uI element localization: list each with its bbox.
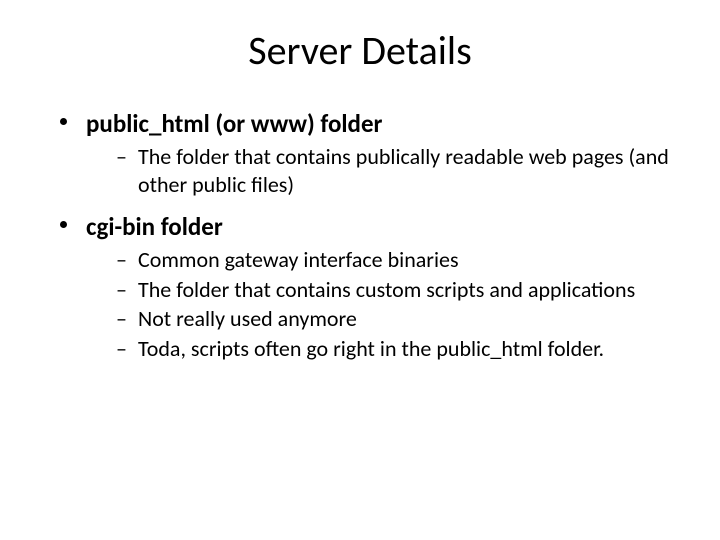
sub-item-text: Toda, scripts often go right in the publ… <box>138 335 604 362</box>
sub-item-text: The folder that contains custom scripts … <box>138 276 635 303</box>
dash-icon: – <box>116 246 127 274</box>
bullet-item: public_html (or www) folder – The folder… <box>60 109 680 198</box>
sub-item: – Common gateway interface binaries <box>116 246 680 274</box>
dash-icon: – <box>116 335 127 363</box>
bullet-heading: cgi-bin folder <box>86 212 680 242</box>
dash-icon: – <box>116 305 127 333</box>
bullet-heading: public_html (or www) folder <box>86 109 680 139</box>
dash-icon: – <box>116 276 127 304</box>
sub-item: – The folder that contains publically re… <box>116 143 680 198</box>
slide-title: Server Details <box>40 26 680 75</box>
bullet-list: public_html (or www) folder – The folder… <box>40 109 680 362</box>
bullet-item: cgi-bin folder – Common gateway interfac… <box>60 212 680 362</box>
sub-item: – The folder that contains custom script… <box>116 276 680 304</box>
bullet-dot-icon <box>60 221 67 228</box>
sub-item-text: Not really used anymore <box>138 305 357 332</box>
dash-icon: – <box>116 143 127 171</box>
sub-list: – Common gateway interface binaries – Th… <box>86 246 680 362</box>
sub-item-text: The folder that contains publically read… <box>138 143 669 198</box>
sub-list: – The folder that contains publically re… <box>86 143 680 198</box>
sub-item: – Not really used anymore <box>116 305 680 333</box>
bullet-dot-icon <box>60 118 67 125</box>
sub-item: – Toda, scripts often go right in the pu… <box>116 335 680 363</box>
sub-item-text: Common gateway interface binaries <box>138 246 459 273</box>
